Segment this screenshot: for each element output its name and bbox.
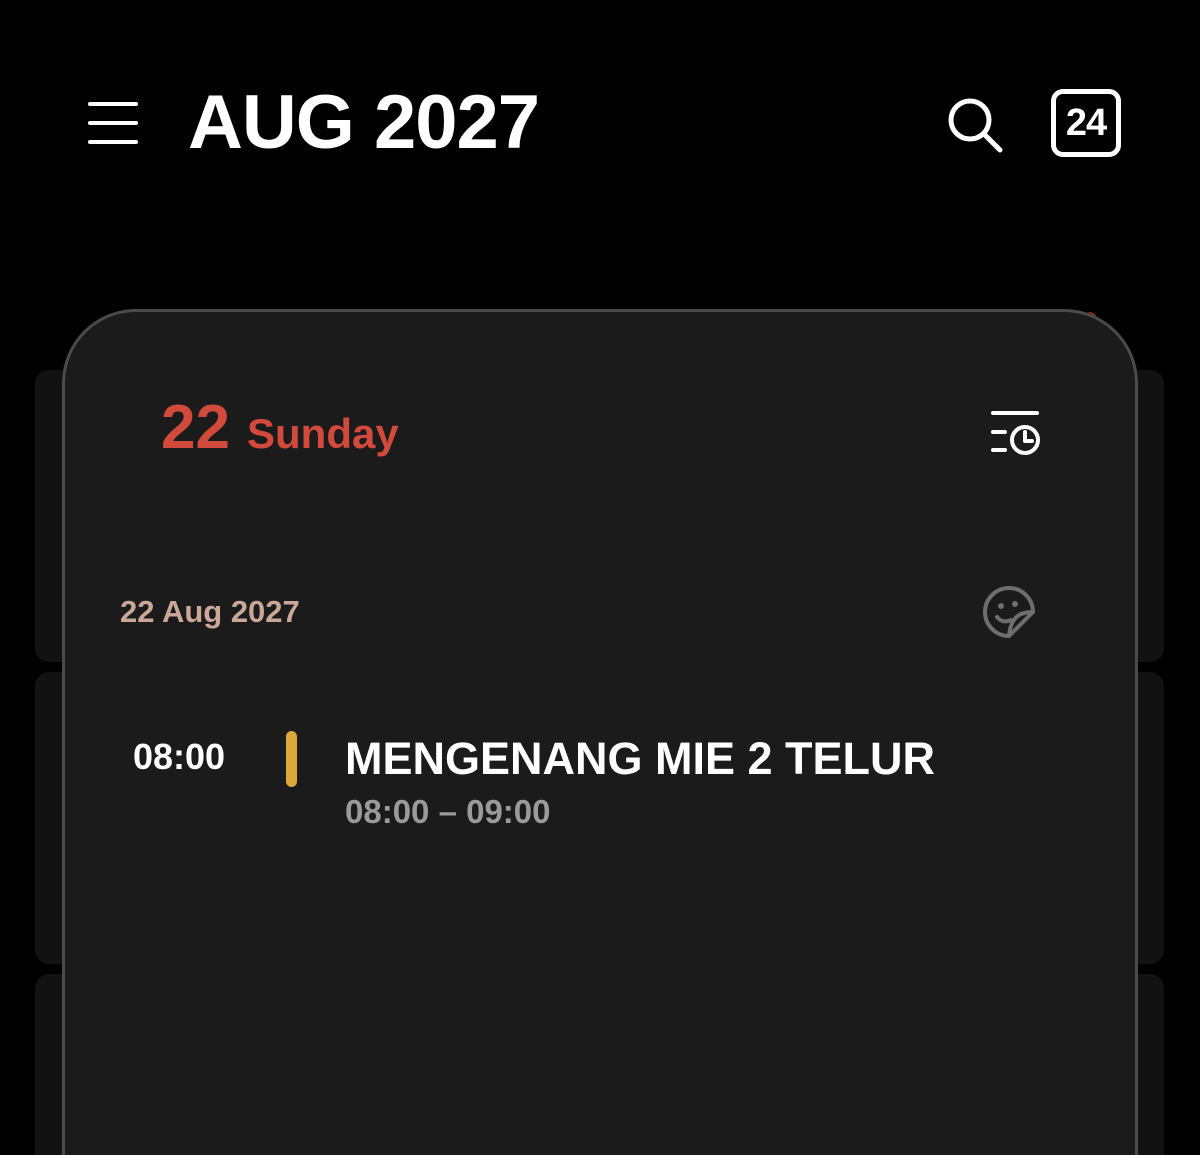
menu-button[interactable]: [78, 88, 148, 158]
day-name: Sunday: [247, 410, 399, 457]
hamburger-menu-icon: [88, 102, 138, 144]
month-title[interactable]: AUG 2027: [188, 78, 540, 168]
list-clock-icon: [991, 411, 1040, 455]
event-item[interactable]: 08:00 MENGENANG MIE 2 TELUR 08:00 – 09:0…: [105, 717, 1065, 837]
schedule-view-button[interactable]: [981, 400, 1049, 468]
event-title: MENGENANG MIE 2 TELUR: [345, 733, 936, 784]
date-label: 22 Aug 2027: [120, 594, 300, 629]
event-color-bar: [286, 731, 297, 787]
day-detail-panel: 22 Sunday 22 Aug 2027 08:00 MENGENANG MI…: [62, 309, 1138, 1155]
event-start-time: 08:00: [133, 736, 226, 777]
today-button[interactable]: 24: [1051, 89, 1121, 157]
search-icon: [948, 98, 1003, 153]
app-header: AUG 2027 24: [0, 0, 1200, 250]
calendar-screen: AUG 2027 24 22 Sunday 22 Aug 2027 08:00 …: [0, 0, 1200, 1155]
sticker-button[interactable]: [975, 578, 1043, 646]
search-button[interactable]: [936, 88, 1014, 162]
sticker-smiley-icon: [983, 586, 1035, 638]
day-number: 22: [161, 393, 230, 462]
today-number: 24: [1065, 101, 1107, 144]
event-time-range: 08:00 – 09:00: [345, 793, 551, 830]
